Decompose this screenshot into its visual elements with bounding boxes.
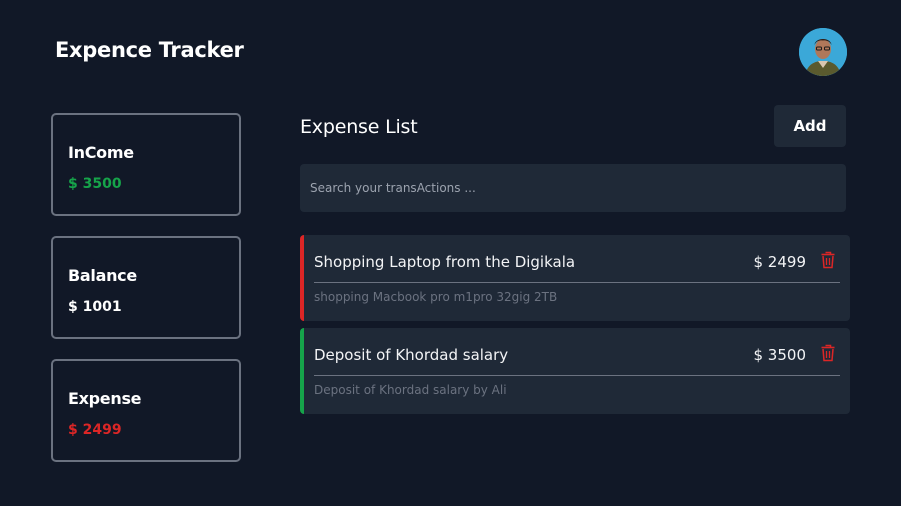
transaction-title: Deposit of Khordad salary [314,346,509,364]
expense-label: Expense [68,389,142,408]
transaction-item[interactable]: Deposit of Khordad salary $ 3500 Deposit… [300,328,850,414]
trash-icon[interactable] [820,251,836,269]
transaction-divider [314,282,840,283]
expense-value: $ 2499 [68,422,122,438]
add-button[interactable]: Add [774,105,846,147]
income-value: $ 3500 [68,176,122,192]
transaction-amount: $ 2499 [753,253,807,271]
balance-card: Balance $ 1001 [51,236,241,339]
income-label: InCome [68,143,134,162]
avatar[interactable] [799,28,847,76]
trash-icon[interactable] [820,344,836,362]
app-title: Expence Tracker [55,38,244,62]
expense-list-title: Expense List [300,116,418,138]
expense-card: Expense $ 2499 [51,359,241,462]
balance-label: Balance [68,266,137,285]
transaction-item[interactable]: Shopping Laptop from the Digikala $ 2499… [300,235,850,321]
search-input[interactable] [300,164,846,212]
transaction-description: shopping Macbook pro m1pro 32gig 2TB [314,290,558,304]
income-card: InCome $ 3500 [51,113,241,216]
transaction-description: Deposit of Khordad salary by Ali [314,383,507,397]
balance-value: $ 1001 [68,299,122,315]
user-avatar-icon [799,28,847,76]
transaction-amount: $ 3500 [753,346,807,364]
transaction-divider [314,375,840,376]
transaction-title: Shopping Laptop from the Digikala [314,253,576,271]
